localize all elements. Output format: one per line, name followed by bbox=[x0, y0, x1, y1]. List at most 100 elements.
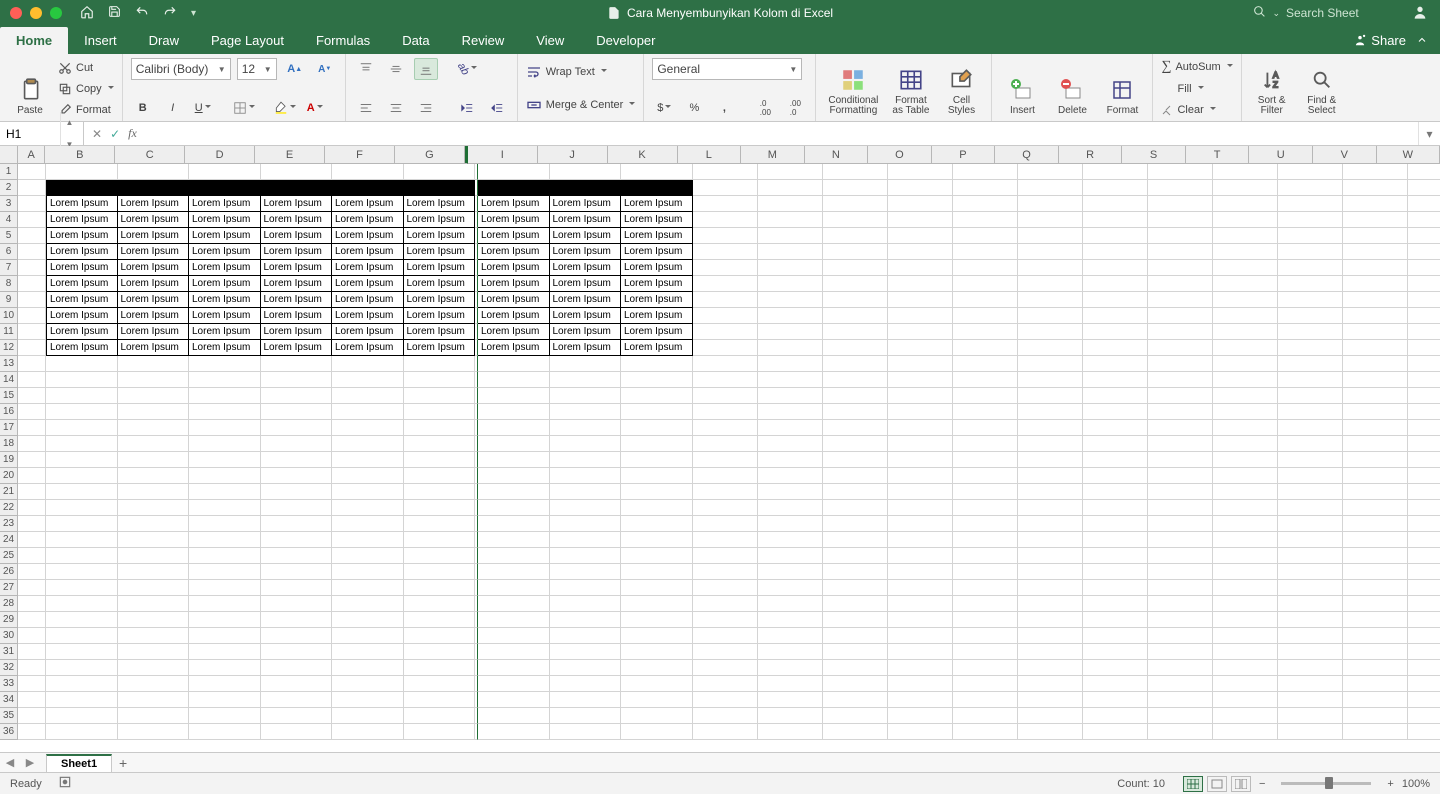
cell[interactable] bbox=[1148, 484, 1213, 500]
cell[interactable] bbox=[953, 676, 1018, 692]
row-header[interactable]: 23 bbox=[0, 516, 18, 532]
cell[interactable] bbox=[404, 548, 476, 564]
cell[interactable] bbox=[118, 516, 190, 532]
cell[interactable] bbox=[332, 580, 404, 596]
cell[interactable] bbox=[1148, 196, 1213, 212]
cell[interactable] bbox=[888, 548, 953, 564]
cell[interactable] bbox=[261, 436, 333, 452]
cell[interactable]: Lorem Ipsum bbox=[550, 260, 622, 276]
ribbon-tab-insert[interactable]: Insert bbox=[68, 27, 133, 54]
macro-record-icon[interactable] bbox=[58, 775, 72, 792]
undo-icon[interactable] bbox=[135, 5, 149, 22]
column-header[interactable]: J bbox=[538, 146, 608, 164]
cell[interactable] bbox=[693, 724, 758, 740]
cell[interactable] bbox=[1343, 228, 1408, 244]
cell[interactable] bbox=[46, 468, 118, 484]
cell[interactable] bbox=[1408, 196, 1440, 212]
wrap-text-button[interactable]: Wrap Text bbox=[526, 58, 636, 86]
cell[interactable] bbox=[1018, 580, 1083, 596]
cell[interactable] bbox=[1213, 548, 1278, 564]
cell[interactable] bbox=[1083, 564, 1148, 580]
cell[interactable] bbox=[1083, 676, 1148, 692]
cell[interactable]: Lorem Ipsum bbox=[332, 324, 404, 340]
row-header[interactable]: 30 bbox=[0, 628, 18, 644]
ribbon-tab-home[interactable]: Home bbox=[0, 27, 68, 54]
cell[interactable] bbox=[693, 180, 758, 196]
cell[interactable] bbox=[953, 356, 1018, 372]
row-header[interactable]: 36 bbox=[0, 724, 18, 740]
cell[interactable] bbox=[1148, 660, 1213, 676]
cell[interactable] bbox=[1018, 628, 1083, 644]
cell[interactable] bbox=[1018, 660, 1083, 676]
cell[interactable] bbox=[1408, 436, 1440, 452]
cell[interactable] bbox=[118, 548, 190, 564]
cell[interactable] bbox=[1278, 532, 1343, 548]
cell[interactable] bbox=[1278, 484, 1343, 500]
cell[interactable] bbox=[1343, 324, 1408, 340]
cell[interactable] bbox=[1148, 468, 1213, 484]
cell[interactable] bbox=[404, 484, 476, 500]
cell[interactable] bbox=[1018, 356, 1083, 372]
cell[interactable] bbox=[953, 532, 1018, 548]
cell[interactable] bbox=[1408, 180, 1440, 196]
cell[interactable] bbox=[693, 628, 758, 644]
cell[interactable] bbox=[1018, 564, 1083, 580]
cell[interactable] bbox=[1278, 580, 1343, 596]
cell[interactable] bbox=[1018, 692, 1083, 708]
cell[interactable]: Lorem Ipsum bbox=[550, 276, 622, 292]
cell[interactable] bbox=[332, 692, 404, 708]
cell[interactable] bbox=[1343, 564, 1408, 580]
cell[interactable] bbox=[1213, 500, 1278, 516]
cell[interactable] bbox=[888, 724, 953, 740]
cell[interactable] bbox=[478, 484, 550, 500]
cell[interactable] bbox=[621, 708, 693, 724]
cell[interactable] bbox=[18, 356, 46, 372]
cell[interactable] bbox=[1213, 612, 1278, 628]
cell[interactable] bbox=[953, 324, 1018, 340]
cell[interactable] bbox=[478, 500, 550, 516]
cell[interactable] bbox=[118, 660, 190, 676]
cell[interactable] bbox=[693, 260, 758, 276]
cell[interactable] bbox=[953, 436, 1018, 452]
cell[interactable] bbox=[46, 580, 118, 596]
cell[interactable] bbox=[1278, 180, 1343, 196]
cell[interactable] bbox=[693, 532, 758, 548]
cell[interactable] bbox=[1018, 708, 1083, 724]
cell[interactable] bbox=[332, 404, 404, 420]
cell[interactable] bbox=[261, 468, 333, 484]
cell[interactable] bbox=[404, 724, 476, 740]
row-header[interactable]: 10 bbox=[0, 308, 18, 324]
cell[interactable] bbox=[1083, 404, 1148, 420]
row-header[interactable]: 16 bbox=[0, 404, 18, 420]
cell[interactable]: Lorem Ipsum bbox=[261, 244, 333, 260]
cell[interactable] bbox=[823, 484, 888, 500]
underline-button[interactable]: U bbox=[191, 97, 215, 119]
cell[interactable] bbox=[888, 228, 953, 244]
row-header[interactable]: 5 bbox=[0, 228, 18, 244]
cell[interactable] bbox=[888, 676, 953, 692]
cell[interactable]: Lorem Ipsum bbox=[46, 244, 118, 260]
expand-formula-bar-icon[interactable]: ▾ bbox=[1418, 122, 1440, 145]
cell[interactable] bbox=[758, 164, 823, 180]
user-icon[interactable] bbox=[1412, 4, 1428, 23]
cell[interactable] bbox=[478, 692, 550, 708]
cell[interactable] bbox=[693, 324, 758, 340]
cell[interactable] bbox=[261, 388, 333, 404]
cell[interactable] bbox=[758, 484, 823, 500]
cell[interactable] bbox=[332, 372, 404, 388]
search-input[interactable] bbox=[1286, 6, 1406, 20]
cell[interactable] bbox=[823, 612, 888, 628]
cell[interactable] bbox=[550, 372, 622, 388]
cell[interactable] bbox=[404, 676, 476, 692]
cell[interactable] bbox=[18, 532, 46, 548]
cell[interactable] bbox=[758, 452, 823, 468]
cell[interactable] bbox=[1408, 324, 1440, 340]
row-header[interactable]: 31 bbox=[0, 644, 18, 660]
cell[interactable] bbox=[478, 436, 550, 452]
cell[interactable] bbox=[693, 516, 758, 532]
cell[interactable] bbox=[332, 164, 404, 180]
cell[interactable] bbox=[261, 644, 333, 660]
ribbon-tab-draw[interactable]: Draw bbox=[133, 27, 195, 54]
cell[interactable] bbox=[1083, 532, 1148, 548]
cell[interactable] bbox=[1213, 532, 1278, 548]
